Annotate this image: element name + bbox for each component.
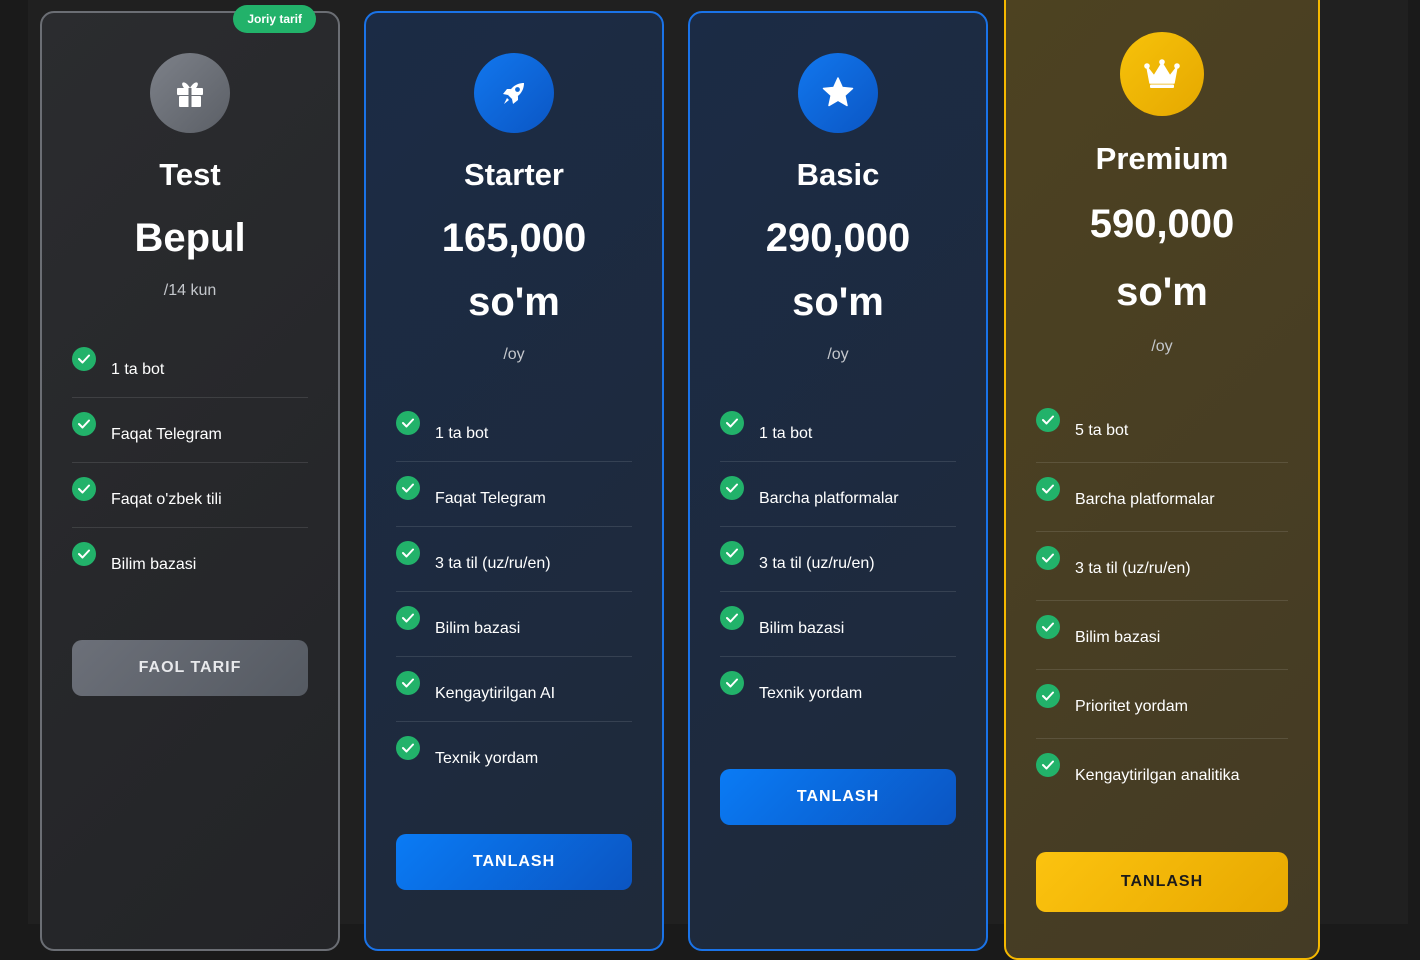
check-icon (1036, 408, 1060, 432)
plan-price-amount: 590,000 (1089, 202, 1235, 246)
feature-text: 1 ta bot (759, 425, 813, 442)
star-icon (798, 53, 878, 133)
feature-text: Faqat Telegram (435, 490, 546, 507)
list-item: 1 ta bot (720, 397, 956, 462)
feature-text: Kengaytirilgan AI (435, 685, 556, 702)
plan-period: /14 kun (163, 282, 217, 299)
feature-text: Bilim bazasi (759, 620, 845, 637)
plan-period: /oy (503, 346, 525, 363)
feature-list: 5 ta bot Barcha platformalar 3 ta til (u… (1036, 394, 1288, 807)
plan-price-amount: 290,000 (765, 216, 911, 260)
feature-text: Bilim bazasi (1075, 629, 1161, 646)
list-item: 3 ta til (uz/ru/en) (396, 527, 632, 592)
plan-price: Bepul (134, 216, 246, 260)
check-icon (396, 736, 420, 760)
active-plan-button[interactable]: FAOL TARIF (72, 640, 308, 696)
list-item: 3 ta til (uz/ru/en) (1036, 532, 1288, 601)
check-icon (1036, 615, 1060, 639)
check-icon (396, 671, 420, 695)
feature-text: Barcha platformalar (1075, 491, 1215, 508)
feature-list: 1 ta bot Barcha platformalar 3 ta til (u… (720, 397, 956, 721)
plan-price-currency: so'm (1116, 270, 1208, 314)
plan-period: /oy (1151, 338, 1173, 355)
plan-card-starter: Starter 165,000 so'm /oy 1 ta bot Faqat … (364, 11, 664, 951)
select-premium-button[interactable]: TANLASH (1036, 852, 1288, 912)
check-icon (720, 671, 744, 695)
feature-text: 3 ta til (uz/ru/en) (1075, 560, 1191, 577)
list-item: Barcha platformalar (1036, 463, 1288, 532)
plan-name: Starter (464, 157, 564, 192)
crown-icon (1120, 32, 1204, 116)
plan-price-currency: so'm (792, 280, 884, 324)
check-icon (396, 606, 420, 630)
check-icon (72, 412, 96, 436)
feature-text: Bilim bazasi (111, 556, 197, 573)
check-icon (1036, 477, 1060, 501)
list-item: Bilim bazasi (396, 592, 632, 657)
check-icon (1036, 753, 1060, 777)
list-item: Bilim bazasi (1036, 601, 1288, 670)
feature-text: 3 ta til (uz/ru/en) (435, 555, 551, 572)
check-icon (720, 541, 744, 565)
feature-text: Bilim bazasi (435, 620, 521, 637)
feature-text: Faqat Telegram (111, 426, 222, 443)
plan-card-test: Joriy tarif Test Bepul /14 kun 1 ta bot … (40, 5, 340, 951)
rocket-icon (474, 53, 554, 133)
plan-name: Basic (796, 157, 880, 192)
plan-card-basic: Basic 290,000 so'm /oy 1 ta bot Barcha p… (688, 11, 988, 951)
check-icon (1036, 546, 1060, 570)
plan-name: Test (159, 157, 221, 192)
check-icon (396, 541, 420, 565)
list-item: Barcha platformalar (720, 462, 956, 527)
list-item: Kengaytirilgan AI (396, 657, 632, 722)
list-item: Bilim bazasi (720, 592, 956, 657)
plan-name: Premium (1095, 141, 1229, 176)
check-icon (720, 606, 744, 630)
list-item: Kengaytirilgan analitika (1036, 739, 1288, 807)
select-basic-button[interactable]: TANLASH (720, 769, 956, 825)
plan-card-premium: Premium 590,000 so'm /oy 5 ta bot Barcha… (1004, 0, 1320, 960)
list-item: Texnik yordam (720, 657, 956, 721)
list-item: Texnik yordam (396, 722, 632, 786)
list-item: Faqat o'zbek tili (72, 463, 308, 528)
feature-text: 1 ta bot (111, 361, 165, 378)
feature-text: 3 ta til (uz/ru/en) (759, 555, 875, 572)
feature-text: Texnik yordam (435, 750, 539, 767)
plan-period: /oy (827, 346, 849, 363)
list-item: 5 ta bot (1036, 394, 1288, 463)
list-item: 1 ta bot (72, 333, 308, 398)
check-icon (720, 476, 744, 500)
feature-text: Kengaytirilgan analitika (1075, 767, 1240, 784)
check-icon (396, 411, 420, 435)
list-item: Faqat Telegram (72, 398, 308, 463)
check-icon (1036, 684, 1060, 708)
check-icon (72, 542, 96, 566)
list-item: Faqat Telegram (396, 462, 632, 527)
check-icon (72, 477, 96, 501)
list-item: Bilim bazasi (72, 528, 308, 592)
list-item: 1 ta bot (396, 397, 632, 462)
list-item: 3 ta til (uz/ru/en) (720, 527, 956, 592)
feature-text: Barcha platformalar (759, 490, 899, 507)
plan-price-currency: so'm (468, 280, 560, 324)
check-icon (72, 347, 96, 371)
feature-text: 5 ta bot (1075, 422, 1129, 439)
feature-text: Prioritet yordam (1075, 698, 1188, 715)
feature-text: 1 ta bot (435, 425, 489, 442)
list-item: Prioritet yordam (1036, 670, 1288, 739)
plan-price-amount: 165,000 (441, 216, 587, 260)
check-icon (396, 476, 420, 500)
select-starter-button[interactable]: TANLASH (396, 834, 632, 890)
gift-icon (150, 53, 230, 133)
feature-list: 1 ta bot Faqat Telegram Faqat o'zbek til… (72, 333, 308, 592)
feature-text: Faqat o'zbek tili (111, 491, 222, 508)
feature-text: Texnik yordam (759, 685, 863, 702)
check-icon (720, 411, 744, 435)
feature-list: 1 ta bot Faqat Telegram 3 ta til (uz/ru/… (396, 397, 632, 786)
current-plan-badge: Joriy tarif (233, 5, 316, 33)
